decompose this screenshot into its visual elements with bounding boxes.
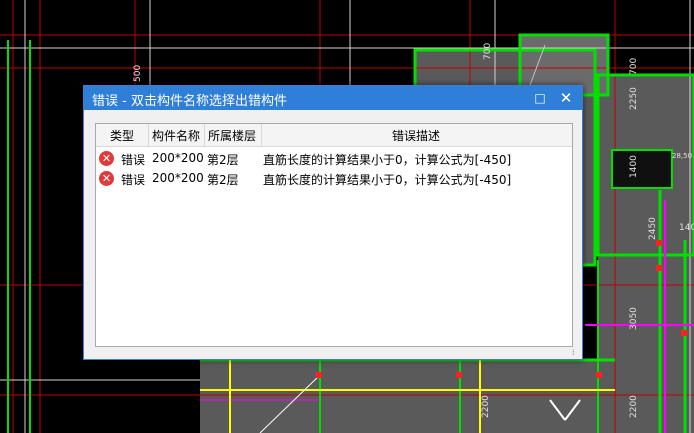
column-header-desc[interactable]: 错误描述 <box>392 127 440 144</box>
column-header-type[interactable]: 类型 <box>110 127 134 144</box>
dimension-label: 1400 <box>629 155 639 178</box>
cell-name[interactable]: 200*200 <box>152 171 204 185</box>
cell-name[interactable]: 200*200 <box>152 151 204 165</box>
dialog-title: 错误 - 双击构件名称选择出错构件 <box>92 94 287 109</box>
cell-desc: 直筋长度的计算结果小于0，计算公式为[-450] <box>263 153 512 167</box>
cell-type: 错误 <box>121 153 146 167</box>
cell-type: 错误 <box>121 173 146 187</box>
dimension-label: 1400 <box>679 223 694 233</box>
error-list[interactable]: 类型 构件名称 所属楼层 错误描述 ✕ 错误 200*200 第2层 直筋长度的… <box>95 123 573 347</box>
column-separator <box>261 124 262 146</box>
dimension-label: 2200 <box>629 395 639 418</box>
column-node <box>656 265 662 271</box>
error-icon: ✕ <box>99 171 114 186</box>
dimension-label: 2200 <box>481 395 491 418</box>
wall <box>611 149 673 189</box>
error-dialog: 错误 - 双击构件名称选择出错构件 □ ✕ 类型 构件名称 所属楼层 错误描述 … <box>83 85 583 360</box>
cell-floor: 第2层 <box>207 173 239 187</box>
close-icon[interactable]: ✕ <box>556 88 576 108</box>
dimension-label: 700 <box>629 58 639 75</box>
cell-desc: 直筋长度的计算结果小于0，计算公式为[-450] <box>263 173 512 187</box>
dialog-titlebar[interactable]: 错误 - 双击构件名称选择出错构件 □ ✕ <box>84 86 582 110</box>
resize-grip-icon[interactable]: ⁞ <box>572 349 580 357</box>
cell-floor: 第2层 <box>207 153 239 167</box>
column-separator <box>204 124 205 146</box>
table-row[interactable]: ✕ 错误 200*200 第2层 直筋长度的计算结果小于0，计算公式为[-450… <box>96 149 572 169</box>
dimension-label: 3050 <box>629 307 639 330</box>
maximize-icon[interactable]: □ <box>530 88 550 108</box>
dimension-label: 2250 <box>629 87 639 110</box>
column-header-name[interactable]: 构件名称 <box>152 127 200 144</box>
column-header-floor[interactable]: 所属楼层 <box>208 127 256 144</box>
floor-slab <box>200 360 615 433</box>
column-node <box>596 372 602 378</box>
error-icon: ✕ <box>99 151 114 166</box>
column-separator <box>148 124 149 146</box>
dimension-label: 2450 <box>648 217 658 240</box>
column-node <box>316 372 322 378</box>
table-row[interactable]: ✕ 错误 200*200 第2层 直筋长度的计算结果小于0，计算公式为[-450… <box>96 169 572 189</box>
dimension-label: 700 <box>483 43 493 60</box>
column-node <box>681 330 687 336</box>
list-header: 类型 构件名称 所属楼层 错误描述 <box>96 124 572 147</box>
dimension-label: 28,50 <box>672 152 692 160</box>
dimension-label: 500 <box>133 65 143 82</box>
column-node <box>456 372 462 378</box>
